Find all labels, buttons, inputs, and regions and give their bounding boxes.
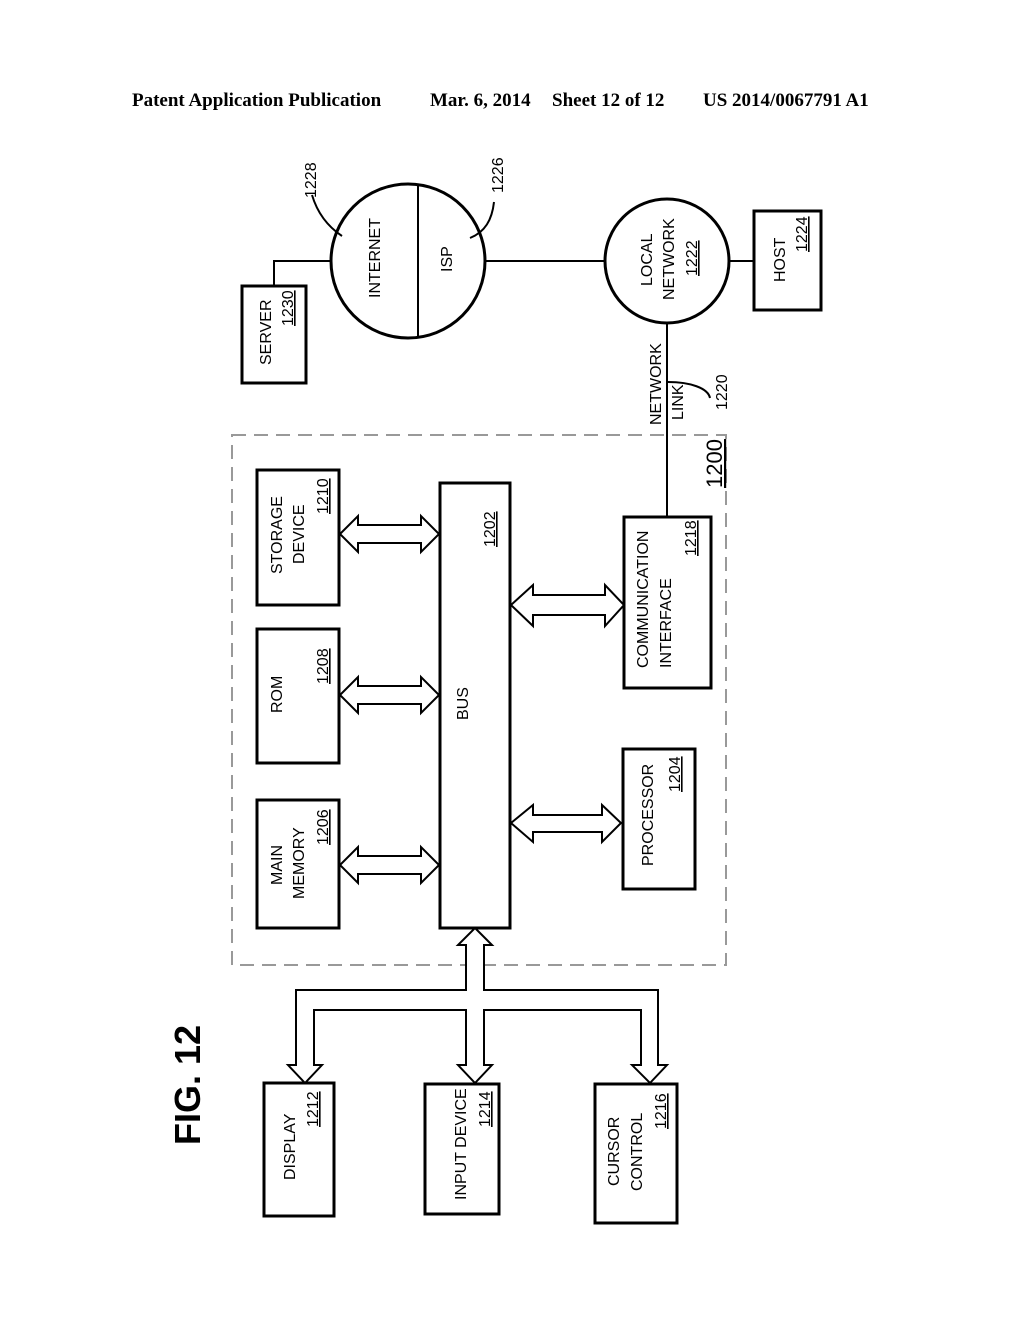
processor-label: PROCESSOR xyxy=(640,764,657,866)
local-network-ref: 1222 xyxy=(684,240,701,276)
server-link xyxy=(273,260,331,287)
main-memory-line2: MEMORY xyxy=(291,827,308,899)
bus-ref: 1202 xyxy=(482,511,499,547)
bus-box xyxy=(438,481,512,930)
internet-isp-node: INTERNET ISP xyxy=(329,182,487,340)
storage-line1: STORAGE xyxy=(269,496,286,574)
bus-label: BUS xyxy=(455,687,472,720)
display-ref: 1212 xyxy=(305,1091,322,1127)
input-device-ref: 1214 xyxy=(477,1091,494,1127)
bus-comm-arrow xyxy=(509,582,626,629)
main-memory-line1: MAIN xyxy=(269,845,286,885)
display-label: DISPLAY xyxy=(282,1113,299,1180)
local-network-line1: LOCAL xyxy=(639,233,656,286)
system-ref: 1200 xyxy=(702,439,727,488)
cursor-ref: 1216 xyxy=(653,1093,670,1129)
network-link-ref: 1220 xyxy=(714,374,731,410)
network-link-line1: NETWORK xyxy=(648,343,665,425)
input-device-label: INPUT DEVICE xyxy=(453,1088,470,1200)
figure-title: FIG. 12 xyxy=(167,1025,208,1145)
cursor-line2: CONTROL xyxy=(629,1113,646,1191)
storage-bus-arrow xyxy=(338,513,441,555)
server-ref: 1230 xyxy=(280,290,297,326)
server-label: SERVER xyxy=(258,299,275,365)
storage-ref: 1210 xyxy=(315,478,332,514)
processor-box xyxy=(621,747,697,891)
main-memory-ref: 1206 xyxy=(315,809,332,845)
isp-ref: 1226 xyxy=(490,157,507,193)
isp-label: ISP xyxy=(439,246,456,272)
figure-12-diagram: FIG. 12 1200 INTERNET ISP 1228 1226 SERV… xyxy=(167,157,823,1225)
bus-processor-arrow xyxy=(509,802,623,845)
rom-bus-arrow xyxy=(338,674,441,716)
internet-ref: 1228 xyxy=(303,162,320,198)
memory-bus-arrow xyxy=(338,844,441,886)
internet-label: INTERNET xyxy=(367,218,384,298)
comm-line1: COMMUNICATION xyxy=(635,531,652,668)
comm-ref: 1218 xyxy=(683,520,700,556)
rom-ref: 1208 xyxy=(315,648,332,684)
display-box xyxy=(262,1081,336,1218)
network-link-line2: LINK xyxy=(670,384,687,420)
host-label: HOST xyxy=(772,237,789,282)
comm-line2: INTERFACE xyxy=(658,578,675,668)
cursor-line1: CURSOR xyxy=(606,1117,623,1186)
rom-label: ROM xyxy=(269,676,286,713)
local-network-line2: NETWORK xyxy=(661,218,678,300)
processor-ref: 1204 xyxy=(667,756,684,792)
storage-line2: DEVICE xyxy=(291,504,308,564)
peripheral-bus-arrow xyxy=(285,926,670,1085)
host-ref: 1224 xyxy=(794,216,811,252)
